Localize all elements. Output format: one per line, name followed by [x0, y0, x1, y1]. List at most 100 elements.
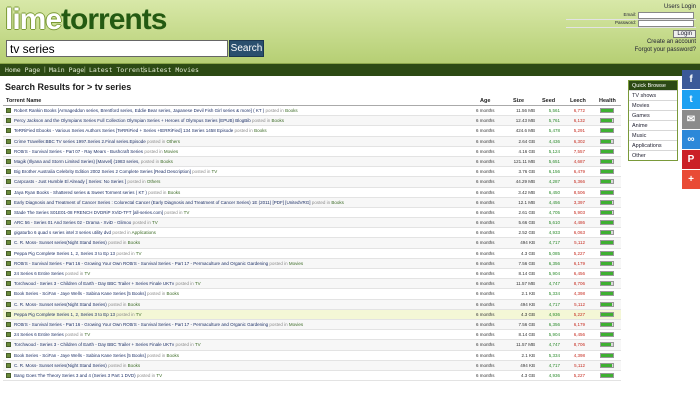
table-row[interactable]: ROttrS - Survival Series - Part 16 - Gro… [3, 258, 621, 269]
quick-browse-item[interactable]: Games [629, 110, 677, 120]
torrent-title-cell[interactable]: ROttrS - Survival Series - Part 07 - Ray… [14, 149, 474, 154]
torrent-category[interactable]: TV [84, 332, 90, 337]
torrent-title[interactable]: Book Series - SciFan - Jaye Wells - Sabi… [14, 353, 146, 358]
create-account-link[interactable]: Create an account [566, 39, 696, 46]
torrent-title-cell[interactable]: C. R. Moss- Sunset series(Night Stand Se… [14, 302, 474, 307]
table-row[interactable]: Torchwood - Series 3 - Children of Earth… [3, 340, 621, 351]
table-row[interactable]: Robert Rankin Books [Armageddon series, … [3, 106, 621, 117]
facebook-icon[interactable]: f [682, 70, 700, 89]
quick-browse-item[interactable]: Other [629, 150, 677, 160]
torrent-title[interactable]: Big Brother Australia Celebrity Edition … [14, 169, 191, 174]
torrent-category[interactable]: TV [136, 312, 142, 317]
table-row[interactable]: Big Brother Australia Celebrity Edition … [3, 167, 621, 178]
torrent-title-cell[interactable]: Bang Goes The Theory Series 3 and 4 (Ser… [14, 373, 474, 378]
torrent-category[interactable]: Books [128, 240, 141, 245]
torrent-title-cell[interactable]: 24 Series 6 Entire Series posted in TV [14, 271, 474, 276]
torrent-title-cell[interactable]: Stade The Series S01E01-08 FRENCH DVDRiP… [14, 210, 474, 215]
table-row[interactable]: Crime Traveller.BBC TV series 1997.Serie… [3, 136, 621, 147]
torrent-category[interactable]: TV [84, 271, 90, 276]
torrent-category[interactable]: Books [167, 291, 180, 296]
torrent-title[interactable]: ROttrS - Survival Series - Part 07 - Ray… [14, 149, 143, 154]
torrent-category[interactable]: Books [160, 159, 173, 164]
torrent-category[interactable]: TV [184, 210, 190, 215]
torrent-title[interactable]: Percy Jackson and the Olympians Series F… [14, 118, 251, 123]
torrent-title[interactable]: Crime Traveller.BBC TV series 1997.Serie… [14, 139, 146, 144]
table-row[interactable]: gigaturbo 6 quad s series intel 3 series… [3, 228, 621, 239]
search-button[interactable]: Search [229, 40, 264, 57]
torrent-title-cell[interactable]: ARC 56 - Series 01 And Series 02 - Drama… [14, 220, 474, 225]
torrent-category[interactable]: Books [128, 363, 141, 368]
torrent-title-cell[interactable]: Magik (Illyana and Storm Limited Series)… [14, 159, 474, 164]
table-row[interactable]: C. R. Moss- Sunset series(Night Stand Se… [3, 299, 621, 310]
link-icon[interactable]: ∞ [682, 130, 700, 149]
email-icon[interactable]: ✉ [682, 110, 700, 129]
col-size-header[interactable]: Size [513, 98, 524, 104]
torrent-category[interactable]: TV [152, 220, 158, 225]
torrent-title-cell[interactable]: gigaturbo 6 quad s series intel 3 series… [14, 230, 474, 235]
torrent-category[interactable]: Books [167, 353, 180, 358]
col-health-header[interactable]: Health [599, 98, 616, 104]
torrent-title-cell[interactable]: Book Series - SciFan - Jaye Wells - Sabi… [14, 353, 474, 358]
torrent-title[interactable]: ROttrS - Survival Series - Part 16 - Gro… [14, 261, 268, 266]
torrent-title[interactable]: Stade The Series S01E01-08 FRENCH DVDRiP… [14, 210, 163, 215]
table-row[interactable]: ROttrS - Survival Series - Part 16 - Gro… [3, 319, 621, 331]
table-row[interactable]: ARC 56 - Series 01 And Series 02 - Drama… [3, 218, 621, 229]
torrent-title-cell[interactable]: ROttrS - Survival Series - Part 16 - Gro… [14, 261, 474, 266]
torrent-category[interactable]: Books [331, 200, 344, 205]
quick-browse-item[interactable]: Applications [629, 140, 677, 150]
table-row[interactable]: 24 Series 6 Entire Series posted in TV 6 … [3, 269, 621, 280]
torrent-title[interactable]: Robert Rankin Books [Armageddon series, … [14, 108, 264, 113]
col-leech-header[interactable]: Leech [570, 98, 586, 104]
torrent-category[interactable]: Applications [132, 230, 156, 235]
torrent-title[interactable]: C. R. Moss- Sunset series(Night Stand Se… [14, 302, 107, 307]
torrent-title[interactable]: 24 Series 6 Entire Series [14, 332, 64, 337]
torrent-title-cell[interactable]: Big Brother Australia Celebrity Edition … [14, 169, 474, 174]
torrent-title-cell[interactable]: Torchwood - Series 3 - Children of Earth… [14, 281, 474, 286]
torrent-title-cell[interactable]: TeRRiFied Ebooks - Various Series Author… [14, 128, 474, 133]
table-row[interactable]: TeRRiFied Ebooks - Various Series Author… [3, 126, 621, 137]
torrent-title[interactable]: ROttrS - Survival Series - Part 16 - Gro… [14, 322, 268, 327]
table-row[interactable]: Jaya Ryan Books - Shattered series & Swe… [3, 188, 621, 198]
torrent-title[interactable]: gigaturbo 6 quad s series intel 3 series… [14, 230, 111, 235]
torrent-title[interactable]: Bang Goes The Theory Series 3 and 4 (Ser… [14, 373, 136, 378]
torrent-category[interactable]: Books [285, 108, 298, 113]
quick-browse-item[interactable]: Anime [629, 120, 677, 130]
table-row[interactable]: Bang Goes The Theory Series 3 and 4 (Ser… [3, 371, 621, 382]
torrent-title-cell[interactable]: Robert Rankin Books [Armageddon series, … [14, 108, 474, 113]
torrent-category[interactable]: TV [136, 251, 142, 256]
torrent-title-cell[interactable]: Book Series - SciFan - Jaye Wells - Sabi… [14, 291, 474, 296]
torrent-category[interactable]: TV [195, 342, 201, 347]
torrent-title[interactable]: TeRRiFied Ebooks - Various Series Author… [14, 128, 233, 133]
torrent-title-cell[interactable]: Carpcasts - Just Humble El Already [ Ser… [14, 179, 474, 184]
torrent-category[interactable]: Books [168, 190, 181, 195]
quick-browse-item[interactable]: TV shows [629, 90, 677, 100]
torrent-category[interactable]: Others [167, 139, 181, 144]
torrent-title-cell[interactable]: Crime Traveller.BBC TV series 1997.Serie… [14, 139, 474, 144]
quick-browse-item[interactable]: Movies [629, 100, 677, 110]
table-row[interactable]: Carpcasts - Just Humble El Already [ Ser… [3, 177, 621, 188]
twitter-icon[interactable]: t [682, 90, 700, 109]
torrent-title[interactable]: Magik (Illyana and Storm Limited Series)… [14, 159, 140, 164]
torrent-title[interactable]: Early Diagnosis and Treatment of Cancer … [14, 200, 311, 205]
torrent-category[interactable]: Others [147, 179, 161, 184]
torrent-title-cell[interactable]: Peppa Pig Complete Series 1, 2, Series 3… [14, 251, 474, 256]
login-button[interactable]: Login [673, 30, 696, 38]
torrent-title-cell[interactable]: C. R. Moss- Sunset series(Night Stand Se… [14, 240, 474, 245]
torrent-category[interactable]: TV [156, 373, 162, 378]
email-field[interactable] [638, 12, 694, 19]
torrent-category[interactable]: Books [128, 302, 141, 307]
search-input[interactable] [6, 40, 228, 57]
nav-home-page[interactable]: Home Page [5, 64, 40, 76]
torrent-title[interactable]: Peppa Pig Complete Series 1, 2, Series 3… [14, 312, 115, 317]
torrent-category[interactable]: Movies [289, 261, 303, 266]
nav-latest-torrents[interactable]: Latest Torrents [89, 64, 148, 76]
torrent-title[interactable]: Carpcasts - Just Humble El Already [ Ser… [14, 179, 126, 184]
table-row[interactable]: Book Series - SciFan - Jaye Wells - Sabi… [3, 351, 621, 361]
table-row[interactable]: Peppa Pig Complete Series 1, 2, Series 3… [3, 249, 621, 259]
torrent-title[interactable]: C. R. Moss- Sunset series(Night Stand Se… [14, 240, 107, 245]
torrent-title-cell[interactable]: Jaya Ryan Books - Shattered series & Swe… [14, 190, 474, 195]
quick-browse-item[interactable]: Music [629, 130, 677, 140]
table-row[interactable]: Magik (Illyana and Storm Limited Series)… [3, 156, 621, 168]
torrent-title[interactable]: Torchwood - Series 3 - Children of Earth… [14, 342, 174, 347]
torrent-title[interactable]: Peppa Pig Complete Series 1, 2, Series 3… [14, 251, 115, 256]
